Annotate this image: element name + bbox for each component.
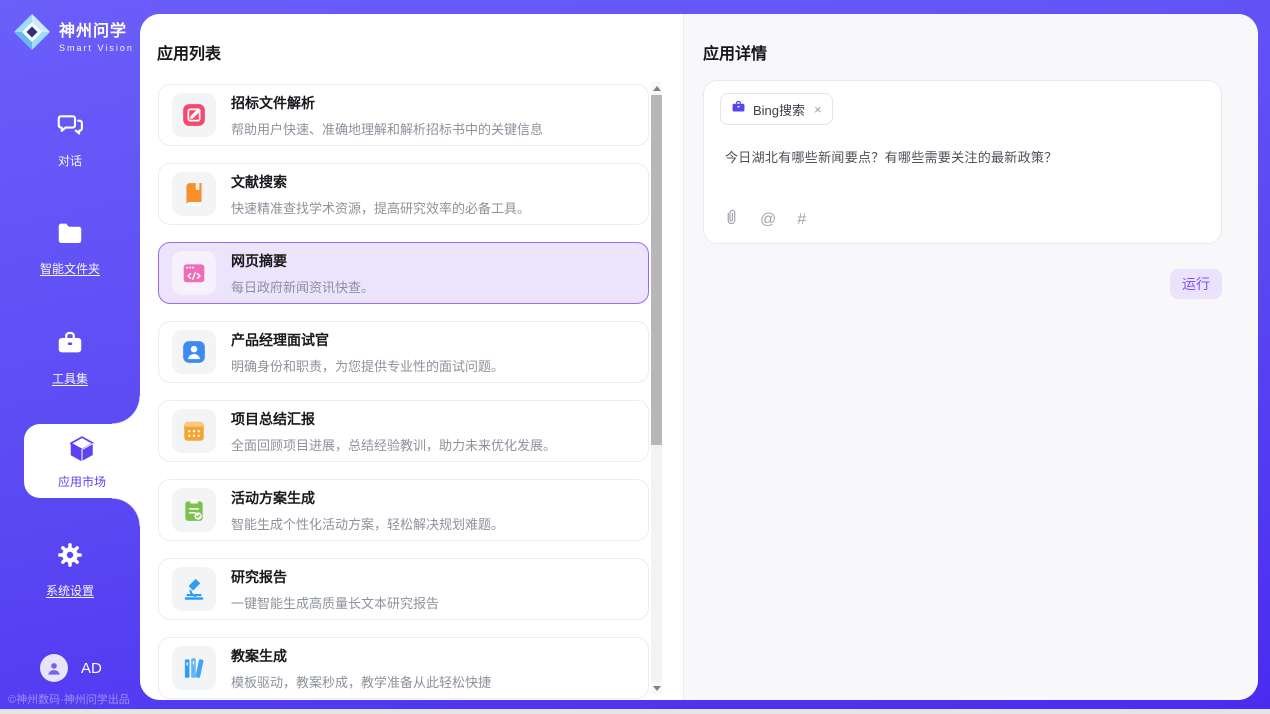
app-card-research-report[interactable]: 研究报告 一键智能生成高质量长文本研究报告 [158,558,649,620]
app-card-title: 活动方案生成 [231,488,504,508]
scrollbar-up-arrow-icon[interactable] [651,82,662,94]
run-button[interactable]: 运行 [1170,269,1222,299]
sidebar-item-chat[interactable]: 对话 [0,110,140,169]
brand-logo: 神州问学 Smart Vision [13,13,134,56]
prompt-card[interactable]: Bing搜索 × 今日湖北有哪些新闻要点？有哪些需要关注的最新政策？ @ # [703,80,1222,244]
pen-square-icon [172,93,216,137]
window-bottom-edge [0,709,1270,714]
main-content: 应用列表 招标文件解析 帮助用户快速、准确地理解和解析招标书中的关键信息 [140,14,1258,700]
app-list-title: 应用列表 [157,40,221,64]
prompt-text[interactable]: 今日湖北有哪些新闻要点？有哪些需要关注的最新政策？ [725,147,1201,166]
app-card-title: 招标文件解析 [231,93,543,113]
gear-icon [55,557,85,574]
app-card-title: 产品经理面试官 [231,330,504,350]
scrollbar-down-arrow-icon[interactable] [651,682,662,694]
app-card-activity-plan[interactable]: 活动方案生成 智能生成个性化活动方案，轻松解决规划难题。 [158,479,649,541]
hash-tag-icon[interactable]: # [797,212,806,228]
sidebar-item-app-market-active[interactable]: 应用市场 [24,424,140,498]
browser-code-icon [172,251,216,295]
sidebar-item-settings[interactable]: 系统设置 [0,540,140,599]
calendar-report-icon [172,409,216,453]
sidebar-item-label: 智能文件夹 [0,260,140,277]
app-card-desc: 一键智能生成高质量长文本研究报告 [231,593,439,612]
sidebar-item-smart-folder[interactable]: 智能文件夹 [0,218,140,277]
clipboard-check-icon [172,488,216,532]
sidebar-item-label: 系统设置 [0,582,140,599]
app-card-pm-interviewer[interactable]: 产品经理面试官 明确身份和职责，为您提供专业性的面试问题。 [158,321,649,383]
paperclip-icon[interactable] [724,208,739,231]
scrollbar-thumb[interactable] [651,95,662,445]
briefcase-icon [731,99,746,119]
brand-subtitle: Smart Vision [59,43,134,53]
app-card-desc: 帮助用户快速、准确地理解和解析招标书中的关键信息 [231,119,543,138]
app-card-desc: 明确身份和职责，为您提供专业性的面试问题。 [231,356,504,375]
app-card-title: 网页摘要 [231,251,374,271]
sidebar-item-toolset[interactable]: 工具集 [0,328,140,387]
chat-icon [55,127,85,144]
sidebar: 神州问学 Smart Vision 对话 智能文件夹 [0,0,140,714]
sidebar-item-label: 对话 [0,152,140,169]
app-card-desc: 全面回顾项目进展，总结经验教训，助力未来优化发展。 [231,435,556,454]
app-card-lesson-plan[interactable]: 教案生成 模板驱动，教案秒成，教学准备从此轻松快捷 [158,637,649,699]
tool-tag-bing-search[interactable]: Bing搜索 × [720,93,833,125]
app-card-title: 教案生成 [231,646,491,666]
list-scrollbar[interactable] [651,82,662,694]
sidebar-item-label: 应用市场 [24,473,140,490]
app-card-desc: 模板驱动，教案秒成，教学准备从此轻松快捷 [231,672,491,691]
app-card-literature-search[interactable]: 文献搜索 快速精准查找学术资源，提高研究效率的必备工具。 [158,163,649,225]
user-initials: AD [81,660,102,677]
microscope-icon [172,567,216,611]
user-account[interactable]: AD [40,654,102,682]
app-card-desc: 快速精准查找学术资源，提高研究效率的必备工具。 [231,198,530,217]
books-icon [172,646,216,690]
app-card-project-summary[interactable]: 项目总结汇报 全面回顾项目进展，总结经验教训，助力未来优化发展。 [158,400,649,462]
toolbox-icon [55,345,85,362]
app-card-title: 项目总结汇报 [231,409,556,429]
app-card-webpage-summary-selected[interactable]: 网页摘要 每日政府新闻资讯快查。 [158,242,649,304]
app-card-desc: 每日政府新闻资讯快查。 [231,277,374,296]
folder-icon [55,235,85,252]
sidebar-item-label: 工具集 [0,370,140,387]
copyright-text: ©神州数码·神州问学出品 [8,691,130,707]
tool-tag-label: Bing搜索 [753,100,805,119]
app-card-title: 研究报告 [231,567,439,587]
diamond-logo-icon [13,13,51,56]
mention-at-icon[interactable]: @ [760,212,776,228]
tool-tag-remove-icon[interactable]: × [814,102,822,117]
cube-icon [67,451,97,468]
composer-toolbar: @ # [724,208,806,231]
avatar [40,654,68,682]
app-card-desc: 智能生成个性化活动方案，轻松解决规划难题。 [231,514,504,533]
book-icon [172,172,216,216]
app-detail-panel: 应用详情 Bing搜索 × 今日湖北有哪些新闻要点？有哪些需要关注的最新政策？ [683,14,1258,700]
app-card-list: 招标文件解析 帮助用户快速、准确地理解和解析招标书中的关键信息 文献搜索 [158,84,649,700]
brand-name: 神州问学 [59,17,134,41]
app-list-panel: 应用列表 招标文件解析 帮助用户快速、准确地理解和解析招标书中的关键信息 [140,14,683,700]
app-detail-title: 应用详情 [703,40,1222,64]
app-card-bid-parse[interactable]: 招标文件解析 帮助用户快速、准确地理解和解析招标书中的关键信息 [158,84,649,146]
person-interview-icon [172,330,216,374]
app-card-title: 文献搜索 [231,172,530,192]
app-window: 神州问学 Smart Vision 对话 智能文件夹 [0,0,1270,714]
